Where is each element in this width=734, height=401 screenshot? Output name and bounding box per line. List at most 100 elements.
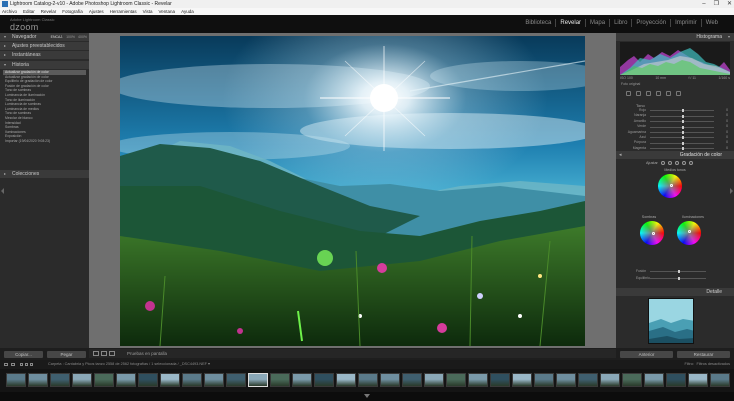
filmstrip-thumbnail[interactable] <box>578 373 598 387</box>
graduated-filter-icon[interactable] <box>656 91 661 96</box>
right-panel-toggle-icon[interactable] <box>730 188 733 194</box>
module-web[interactable]: Web <box>700 19 722 27</box>
slider-knob[interactable] <box>682 125 684 129</box>
filmstrip-thumbnail[interactable] <box>336 373 356 387</box>
slider-track[interactable] <box>650 120 714 124</box>
highlights-wheel[interactable] <box>677 221 701 245</box>
filmstrip-thumbnail[interactable] <box>182 373 202 387</box>
menu-archivo[interactable]: Archivo <box>2 8 17 15</box>
slider-knob[interactable] <box>682 141 684 145</box>
slider-track[interactable] <box>650 136 714 140</box>
filmstrip-thumbnail[interactable] <box>226 373 246 387</box>
filmstrip-thumbnail[interactable] <box>358 373 378 387</box>
snapshots-header[interactable]: Instantáneas <box>0 51 89 59</box>
previous-button[interactable]: Anterior <box>620 351 673 358</box>
minimize-button[interactable]: – <box>702 0 705 8</box>
filmstrip-thumbnail[interactable] <box>270 373 290 387</box>
menu-vista[interactable]: Vista <box>143 8 153 15</box>
left-panel-toggle-icon[interactable] <box>1 188 4 194</box>
history-item[interactable]: Importar (19/04/2020 9:08:23) <box>3 139 86 144</box>
history-header[interactable]: Historia <box>0 61 89 69</box>
menu-ventana[interactable]: Ventana <box>159 8 176 15</box>
slider-knob[interactable] <box>682 109 684 113</box>
filmstrip-thumbnail[interactable] <box>622 373 642 387</box>
filmstrip-thumbnail[interactable] <box>380 373 400 387</box>
filmstrip-thumbnail[interactable] <box>28 373 48 387</box>
reset-button[interactable]: Restaurar <box>677 351 730 358</box>
filmstrip-thumbnail[interactable] <box>424 373 444 387</box>
global-mode-icon[interactable] <box>688 161 693 165</box>
filmstrip-thumbnail[interactable] <box>204 373 224 387</box>
filmstrip-thumbnail[interactable] <box>94 373 114 387</box>
menu-fotografia[interactable]: Fotografía <box>62 8 83 15</box>
module-revelar[interactable]: Revelar <box>555 19 585 27</box>
module-imprimir[interactable]: Imprimir <box>670 19 701 27</box>
paste-button[interactable]: Pegar <box>47 351 86 358</box>
photo-preview[interactable] <box>120 36 585 346</box>
zoom-400[interactable]: 400% <box>78 33 87 41</box>
slider-track[interactable] <box>650 147 714 151</box>
filmstrip-thumbnail[interactable] <box>446 373 466 387</box>
highlights-handle[interactable] <box>688 230 691 233</box>
maximize-button[interactable]: ❐ <box>714 0 719 8</box>
menu-herramientas[interactable]: Herramientas <box>110 8 137 15</box>
grid-icon[interactable] <box>20 363 23 366</box>
filmstrip-thumbnail[interactable] <box>710 373 730 387</box>
filmstrip-thumbnail[interactable] <box>600 373 620 387</box>
slider-knob[interactable] <box>682 120 684 124</box>
forward-icon[interactable] <box>30 363 33 366</box>
detail-preview[interactable] <box>648 298 694 344</box>
shadows-wheel[interactable] <box>640 221 664 245</box>
shadows-handle[interactable] <box>652 232 655 235</box>
filmstrip-thumbnail[interactable] <box>644 373 664 387</box>
filmstrip-thumbnail[interactable] <box>248 373 268 387</box>
filmstrip-thumbnail[interactable] <box>688 373 708 387</box>
loupe-view-icon[interactable] <box>93 351 99 356</box>
filmstrip-thumbnail[interactable] <box>512 373 532 387</box>
filmstrip-thumbnail[interactable] <box>72 373 92 387</box>
filmstrip-thumbnail[interactable] <box>116 373 136 387</box>
crop-tool-icon[interactable] <box>626 91 631 96</box>
filter-select[interactable]: Filtros desactivados <box>696 360 730 369</box>
highlights-mode-icon[interactable] <box>681 161 686 165</box>
slider-knob[interactable] <box>682 147 684 151</box>
color-grading-header[interactable]: Gradación de color <box>616 151 734 159</box>
midtones-mode-icon[interactable] <box>674 161 679 165</box>
presets-header[interactable]: Ajustes preestablecidos <box>0 42 89 50</box>
filmstrip-thumbnail[interactable] <box>402 373 422 387</box>
menu-ajustes[interactable]: Ajustes <box>89 8 104 15</box>
close-button[interactable]: ✕ <box>727 0 732 8</box>
filmstrip-source[interactable]: Carpeta : Cantabria y Picos tanzo 2558 d… <box>48 360 210 369</box>
secondary-screen-icon[interactable] <box>11 363 15 366</box>
filmstrip-thumbnail[interactable] <box>666 373 686 387</box>
soft-proofing-label[interactable]: Pruebas en pantalla <box>127 349 167 358</box>
filmstrip-thumbnail[interactable] <box>490 373 510 387</box>
navigator-header[interactable]: Navegador ENCAJ. 100% 400% <box>0 33 89 41</box>
module-libro[interactable]: Libro <box>609 19 631 27</box>
radial-filter-icon[interactable] <box>666 91 671 96</box>
histogram-header[interactable]: Histograma <box>616 33 734 41</box>
slider-track[interactable] <box>650 141 714 145</box>
back-icon[interactable] <box>25 363 28 366</box>
compare-icon[interactable] <box>109 351 115 356</box>
filmstrip-thumbnail[interactable] <box>314 373 334 387</box>
slider-track[interactable] <box>650 114 714 118</box>
before-after-icon[interactable] <box>101 351 107 356</box>
filmstrip-thumbnail[interactable] <box>534 373 554 387</box>
filmstrip-toggle-icon[interactable] <box>364 394 370 398</box>
module-biblioteca[interactable]: Biblioteca <box>521 19 555 27</box>
module-mapa[interactable]: Mapa <box>585 19 609 27</box>
menu-revelar[interactable]: Revelar <box>41 8 57 15</box>
filmstrip-thumbnail[interactable] <box>6 373 26 387</box>
filmstrip-thumbnail[interactable] <box>292 373 312 387</box>
midtones-handle[interactable] <box>670 184 673 187</box>
slider-knob[interactable] <box>682 136 684 140</box>
blending-slider[interactable]: Fusión <box>636 269 714 274</box>
slider-track[interactable] <box>650 125 714 129</box>
midtones-wheel[interactable] <box>658 174 682 198</box>
zoom-100[interactable]: 100% <box>66 33 75 41</box>
filmstrip-thumbnail[interactable] <box>556 373 576 387</box>
zoom-fit[interactable]: ENCAJ. <box>51 33 63 41</box>
brush-tool-icon[interactable] <box>676 91 681 96</box>
filmstrip-thumbnail[interactable] <box>50 373 70 387</box>
